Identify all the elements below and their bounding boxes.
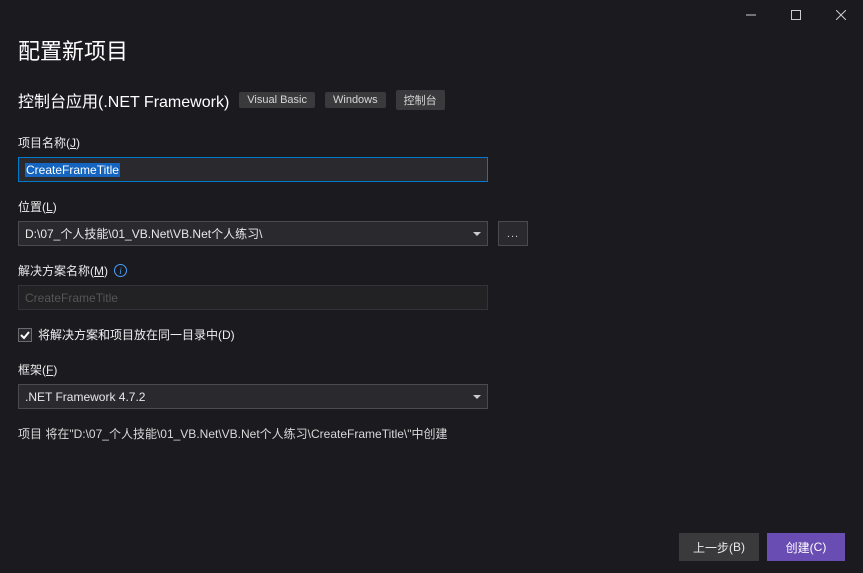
location-combo[interactable]: D:\07_个人技能\01_VB.Net\VB.Net个人练习\ — [18, 221, 488, 246]
chevron-down-icon — [473, 395, 481, 399]
create-button[interactable]: 创建(C) — [767, 533, 845, 561]
project-name-label: 项目名称(J) — [18, 134, 845, 151]
location-label: 位置(L) — [18, 198, 845, 215]
back-button[interactable]: 上一步(B) — [679, 533, 759, 561]
solution-name-label: 解决方案名称(M) i — [18, 262, 845, 279]
page-title: 配置新项目 — [18, 34, 845, 66]
same-directory-checkbox[interactable] — [18, 328, 32, 342]
same-directory-label: 将解决方案和项目放在同一目录中(D) — [38, 326, 235, 343]
tag-type: 控制台 — [396, 90, 445, 110]
summary-text: 项目 将在"D:\07_个人技能\01_VB.Net\VB.Net个人练习\Cr… — [18, 425, 845, 442]
tag-platform: Windows — [325, 92, 386, 108]
titlebar — [0, 0, 863, 28]
footer: 上一步(B) 创建(C) — [679, 533, 845, 561]
maximize-button[interactable] — [773, 2, 818, 28]
framework-combo[interactable]: .NET Framework 4.7.2 — [18, 384, 488, 409]
project-name-input[interactable]: CreateFrameTitle — [18, 157, 488, 182]
chevron-down-icon — [473, 232, 481, 236]
info-icon[interactable]: i — [114, 264, 127, 277]
location-value: D:\07_个人技能\01_VB.Net\VB.Net个人练习\ — [25, 225, 262, 242]
browse-button[interactable]: ... — [498, 221, 528, 246]
minimize-button[interactable] — [728, 2, 773, 28]
template-row: 控制台应用(.NET Framework) Visual Basic Windo… — [18, 88, 845, 112]
framework-label: 框架(F) — [18, 361, 845, 378]
tag-language: Visual Basic — [239, 92, 315, 108]
framework-value: .NET Framework 4.7.2 — [25, 390, 145, 404]
close-button[interactable] — [818, 2, 863, 28]
template-name: 控制台应用(.NET Framework) — [18, 88, 229, 112]
solution-name-input: CreateFrameTitle — [18, 285, 488, 310]
